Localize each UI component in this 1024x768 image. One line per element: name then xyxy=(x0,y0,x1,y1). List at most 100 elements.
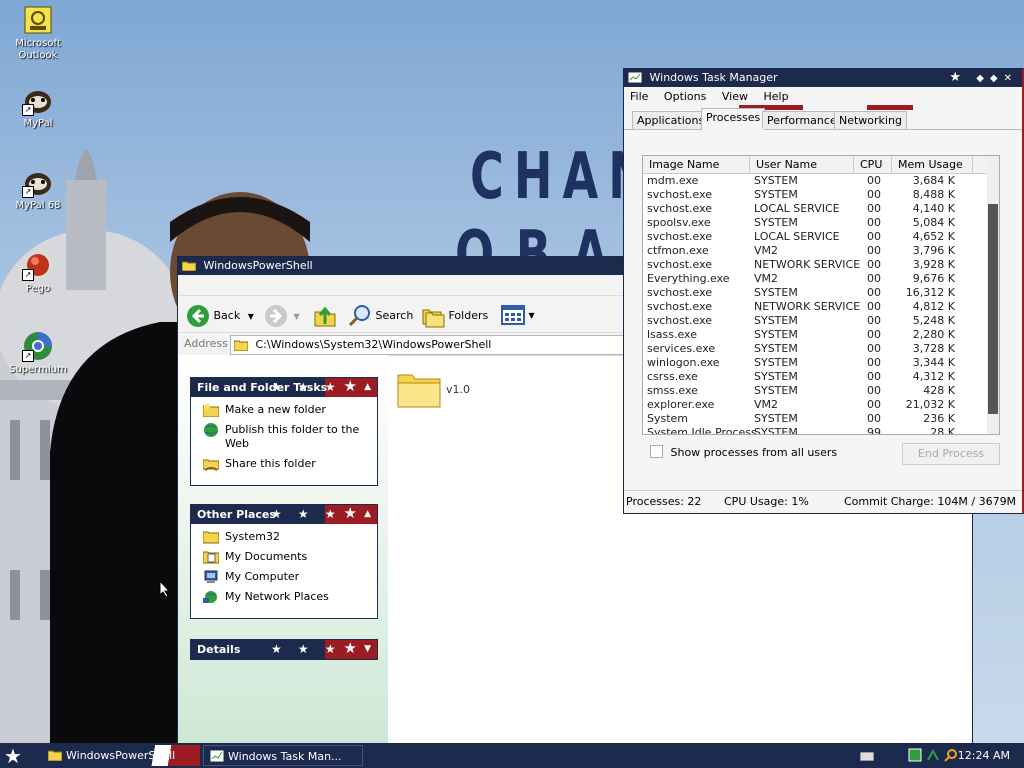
menu-view[interactable]: View xyxy=(722,90,748,103)
place-my-documents-link[interactable]: My Documents xyxy=(201,550,369,564)
my-computer-icon xyxy=(204,570,218,583)
clock[interactable]: 12:24 AM xyxy=(958,743,1010,768)
place-my-network-places-link[interactable]: My Network Places xyxy=(201,590,369,604)
desktop-icon-outlook[interactable]: Microsoft Outlook xyxy=(6,4,70,62)
place-my-computer-link[interactable]: My Computer xyxy=(201,570,369,584)
collapse-icon[interactable]: ▲ xyxy=(364,378,371,397)
scrollbar-thumb[interactable] xyxy=(988,204,998,414)
process-row[interactable]: lsass.exe SYSTEM 00 2,280 K xyxy=(643,328,999,342)
menu-help[interactable]: Help xyxy=(763,90,788,103)
desktop-icon-pego[interactable]: ↗ Pego xyxy=(6,249,70,295)
process-row[interactable]: svchost.exe SYSTEM 00 8,488 K xyxy=(643,188,999,202)
process-row[interactable]: svchost.exe LOCAL SERVICE 00 4,652 K xyxy=(643,230,999,244)
mypal68-icon: ↗ xyxy=(22,166,54,198)
keyboard-icon[interactable] xyxy=(860,752,874,761)
col-user-name[interactable]: User Name xyxy=(750,156,854,173)
task-pane: ★ ★ ★ File and Folder Tasks ★ ▲ Make a n… xyxy=(178,355,388,745)
tab-networking[interactable]: Networking xyxy=(834,111,907,129)
task-manager-titlebar[interactable]: Windows Task Manager ★ ◆◆✕ xyxy=(624,69,1022,87)
process-row[interactable]: services.exe SYSTEM 00 3,728 K xyxy=(643,342,999,356)
end-process-button[interactable]: End Process xyxy=(902,443,1000,465)
views-button[interactable]: ▼ xyxy=(501,304,535,326)
make-new-folder-link[interactable]: Make a new folder xyxy=(201,403,369,417)
back-button[interactable]: Back ▼ xyxy=(186,304,254,327)
process-row[interactable]: smss.exe SYSTEM 00 428 K xyxy=(643,384,999,398)
tab-applications[interactable]: Applications xyxy=(632,111,710,129)
taskbar: ★ WindowsPowerShell Windows Task Man... … xyxy=(0,743,1024,768)
place-system32-link[interactable]: System32 xyxy=(201,530,369,544)
views-icon xyxy=(501,305,525,325)
process-cpu: 00 xyxy=(867,258,881,271)
process-row[interactable]: svchost.exe SYSTEM 00 5,248 K xyxy=(643,314,999,328)
process-row[interactable]: mdm.exe SYSTEM 00 3,684 K xyxy=(643,174,999,188)
col-cpu[interactable]: CPU xyxy=(854,156,892,173)
folders-button[interactable]: Folders xyxy=(421,304,488,328)
minimize-icon[interactable]: ◆ xyxy=(976,73,990,84)
process-image-name: svchost.exe xyxy=(647,314,713,327)
desktop-icon-mypal68[interactable]: ↗ MyPal 68 xyxy=(6,166,70,212)
process-image-name: svchost.exe xyxy=(647,202,713,215)
search-tray-icon[interactable] xyxy=(944,748,958,762)
folder-icon xyxy=(48,750,62,761)
process-row[interactable]: System Idle Process SYSTEM 99 28 K xyxy=(643,426,999,435)
process-mem-usage: 28 K xyxy=(930,426,955,435)
process-row[interactable]: System SYSTEM 00 236 K xyxy=(643,412,999,426)
process-row[interactable]: winlogon.exe SYSTEM 00 3,344 K xyxy=(643,356,999,370)
my-documents-icon xyxy=(203,551,219,564)
desktop-icon-mypal[interactable]: ↗ MyPal xyxy=(6,84,70,130)
system-tray: 12:24 AM xyxy=(844,743,1024,768)
details-header[interactable]: ★ ★ ★ Details ★ ▼ xyxy=(191,640,377,659)
file-folder-tasks-header[interactable]: ★ ★ ★ File and Folder Tasks ★ ▲ xyxy=(191,378,377,397)
process-row[interactable]: explorer.exe VM2 00 21,032 K xyxy=(643,398,999,412)
process-row[interactable]: svchost.exe SYSTEM 00 16,312 K xyxy=(643,286,999,300)
expand-icon[interactable]: ▼ xyxy=(364,640,371,659)
process-cpu: 00 xyxy=(867,244,881,257)
process-row[interactable]: csrss.exe SYSTEM 00 4,312 K xyxy=(643,370,999,384)
process-image-name: csrss.exe xyxy=(647,370,698,383)
process-image-name: smss.exe xyxy=(647,384,698,397)
process-mem-usage: 2,280 K xyxy=(912,328,955,341)
desktop-icon-supermium[interactable]: ↗ Supermium xyxy=(6,330,70,376)
forward-button[interactable]: ▼ xyxy=(264,304,300,327)
close-icon[interactable]: ✕ xyxy=(1004,73,1018,84)
process-row[interactable]: spoolsv.exe SYSTEM 00 5,084 K xyxy=(643,216,999,230)
process-user-name: SYSTEM xyxy=(754,314,798,327)
share-folder-link[interactable]: Share this folder xyxy=(201,457,369,471)
maximize-icon[interactable]: ◆ xyxy=(990,73,1004,84)
other-places-box: ★ ★ ★ Other Places ★ ▲ System32 My Docum… xyxy=(190,504,378,619)
process-row[interactable]: svchost.exe NETWORK SERVICE 00 3,928 K xyxy=(643,258,999,272)
process-row[interactable]: svchost.exe NETWORK SERVICE 00 4,812 K xyxy=(643,300,999,314)
process-cpu: 00 xyxy=(867,342,881,355)
menu-file[interactable]: File xyxy=(630,90,648,103)
globe-icon xyxy=(204,423,218,437)
show-all-users-checkbox[interactable]: Show processes from all users xyxy=(650,445,837,459)
col-mem-usage[interactable]: Mem Usage xyxy=(892,156,973,173)
back-dropdown-icon[interactable]: ▼ xyxy=(248,312,254,321)
tray-app-icon[interactable] xyxy=(908,748,922,762)
process-row[interactable]: svchost.exe LOCAL SERVICE 00 4,140 K xyxy=(643,202,999,216)
process-row[interactable]: ctfmon.exe VM2 00 3,796 K xyxy=(643,244,999,258)
task-manager-window[interactable]: Windows Task Manager ★ ◆◆✕ File Options … xyxy=(623,68,1024,514)
process-mem-usage: 5,084 K xyxy=(912,216,955,229)
taskbar-button-task-manager[interactable]: Windows Task Man... xyxy=(203,745,363,766)
tab-processes[interactable]: Processes xyxy=(701,108,766,130)
address-label: Address xyxy=(184,337,228,350)
process-cpu: 00 xyxy=(867,216,881,229)
taskbar-button-explorer[interactable]: WindowsPowerShell xyxy=(42,745,200,766)
up-folder-button[interactable] xyxy=(313,304,337,327)
process-list[interactable]: Image Name User Name CPU Mem Usage mdm.e… xyxy=(642,155,1000,435)
publish-folder-link[interactable]: Publish this folder to the Web xyxy=(201,423,369,451)
collapse-icon[interactable]: ▲ xyxy=(364,505,371,524)
up-folder-icon xyxy=(314,306,336,327)
process-scrollbar[interactable] xyxy=(987,156,999,434)
checkbox-icon[interactable] xyxy=(650,445,663,458)
search-button[interactable]: Search xyxy=(348,304,413,327)
tab-performance[interactable]: Performance xyxy=(762,111,842,129)
network-tray-icon[interactable] xyxy=(926,748,940,762)
col-image-name[interactable]: Image Name xyxy=(643,156,750,173)
other-places-header[interactable]: ★ ★ ★ Other Places ★ ▲ xyxy=(191,505,377,524)
process-image-name: explorer.exe xyxy=(647,398,715,411)
start-star-icon[interactable]: ★ xyxy=(4,744,22,768)
menu-options[interactable]: Options xyxy=(664,90,706,103)
process-row[interactable]: Everything.exe VM2 00 9,676 K xyxy=(643,272,999,286)
